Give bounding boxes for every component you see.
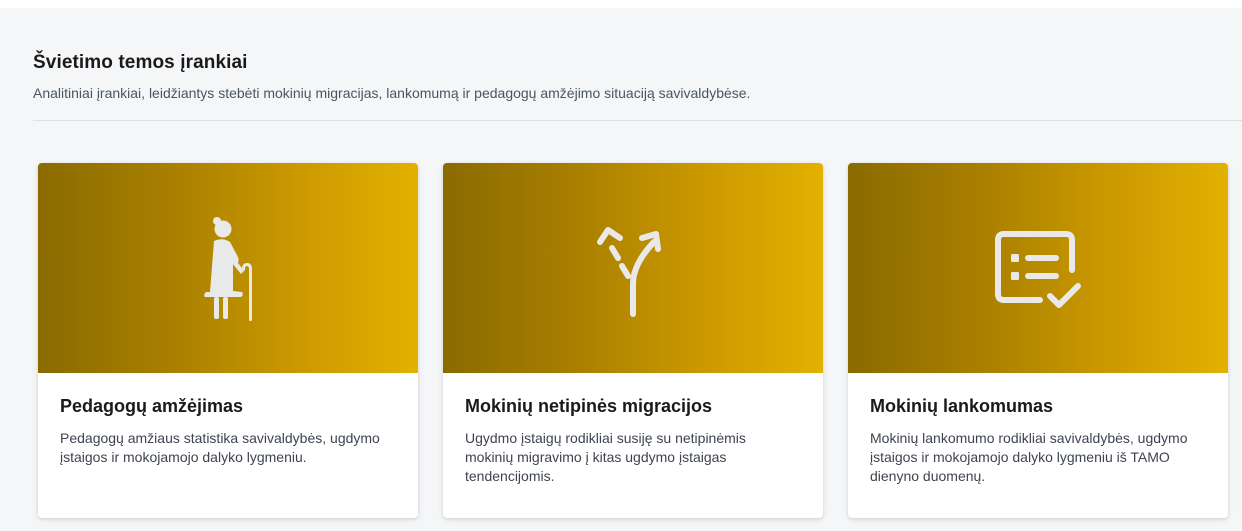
section-header: Švietimo temos įrankiai Analitiniai įran… <box>33 52 1242 101</box>
card-title: Pedagogų amžėjimas <box>60 396 244 416</box>
card-description: Ugydmo įstaigų rodikliai susiję su netip… <box>465 430 746 484</box>
tool-cards: Pedagogų amžėjimas Pedagogų amžiaus stat… <box>38 163 1228 518</box>
section-title: Švietimo temos įrankiai <box>33 52 248 73</box>
card-description: Pedagogų amžiaus statistika savivaldybės… <box>60 430 380 465</box>
elderly-person-icon <box>204 217 252 321</box>
card-description: Mokinių lankomumo rodikliai savivaldybės… <box>870 430 1188 484</box>
card-body: Pedagogų amžėjimas Pedagogų amžiaus stat… <box>38 373 418 467</box>
fork-arrows-icon <box>597 227 661 317</box>
divider <box>33 120 1242 121</box>
card-pedagogu-amzejimas[interactable]: Pedagogų amžėjimas Pedagogų amžiaus stat… <box>38 163 418 518</box>
section-subtitle: Analitiniai įrankiai, leidžiantys stebėt… <box>33 85 751 101</box>
card-media <box>443 163 823 373</box>
card-mokiniu-netipines-migracijos[interactable]: Mokinių netipinės migracijos Ugydmo įsta… <box>443 163 823 518</box>
checklist-icon <box>995 231 1081 308</box>
card-body: Mokinių netipinės migracijos Ugydmo įsta… <box>443 373 823 486</box>
card-body: Mokinių lankomumas Mokinių lankomumo rod… <box>848 373 1228 486</box>
card-media <box>848 163 1228 373</box>
card-mokiniu-lankomumas[interactable]: Mokinių lankomumas Mokinių lankomumo rod… <box>848 163 1228 518</box>
top-strip <box>0 0 1242 8</box>
card-title: Mokinių lankomumas <box>870 396 1054 416</box>
card-title: Mokinių netipinės migracijos <box>465 396 713 416</box>
card-media <box>38 163 418 373</box>
